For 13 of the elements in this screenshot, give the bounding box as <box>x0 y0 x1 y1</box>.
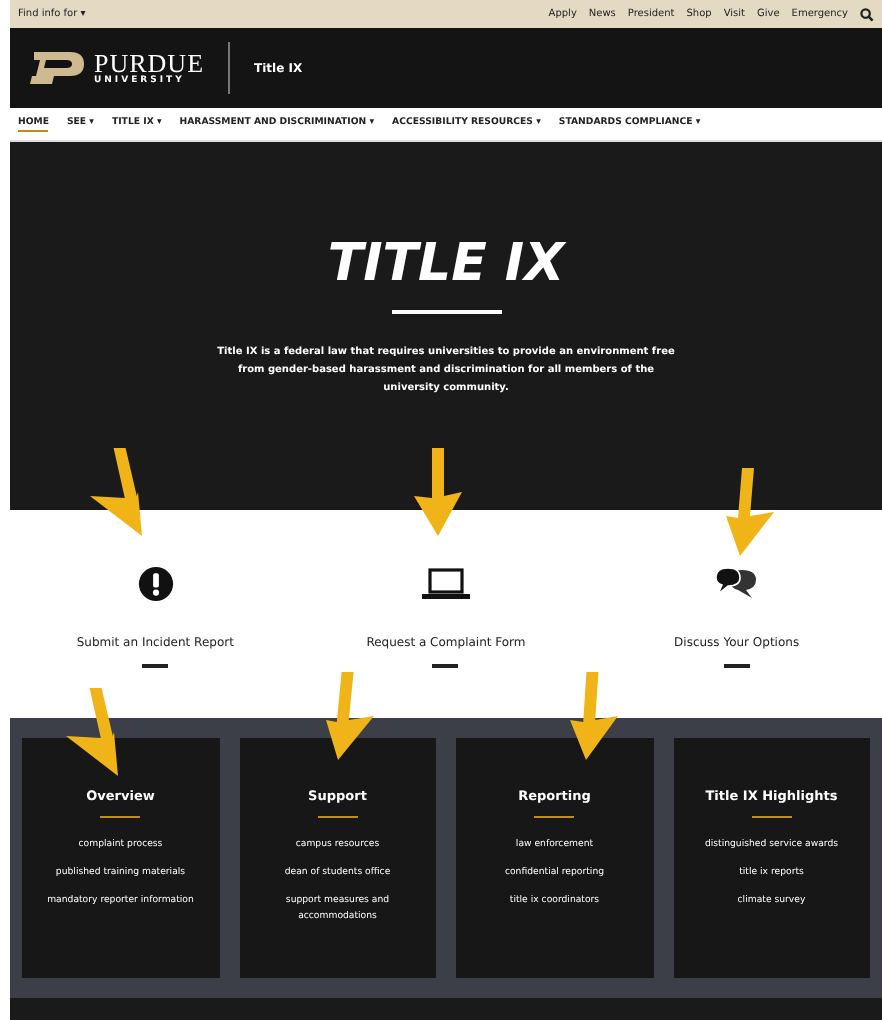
search-icon[interactable] <box>860 7 874 21</box>
logo-name: PURDUE <box>94 50 205 76</box>
logo-icon[interactable] <box>26 48 86 88</box>
annotation-arrow <box>570 672 618 760</box>
laptop-icon[interactable] <box>421 564 470 604</box>
annotation-arrow <box>326 672 374 760</box>
alert-icon[interactable] <box>137 564 174 604</box>
hero-title: TITLE IX <box>327 234 565 294</box>
annotation-arrow <box>726 468 774 556</box>
annotation-arrow <box>90 448 142 536</box>
annotation-arrow <box>66 688 118 776</box>
chat-icon[interactable] <box>714 564 759 604</box>
annotation-arrow <box>414 448 462 536</box>
